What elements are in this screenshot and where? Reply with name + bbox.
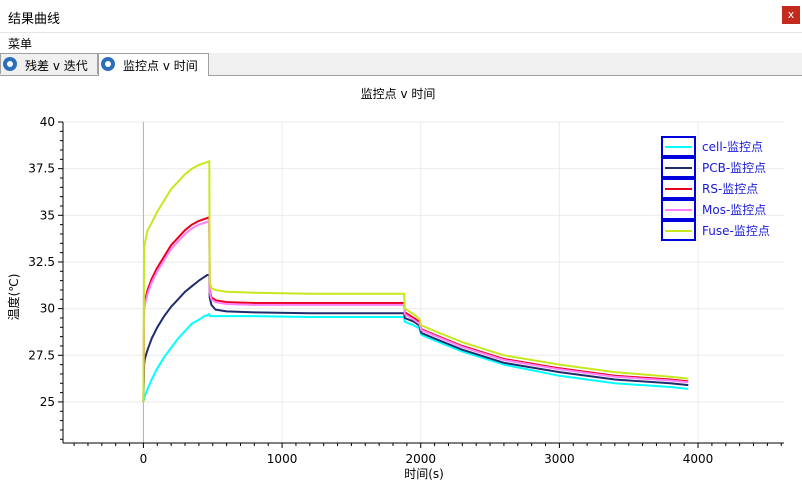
y-tick-label: 35 [40,208,55,222]
window-title: 结果曲线 [8,12,61,27]
x-tick-label: 2000 [405,452,436,466]
close-button[interactable]: x [782,6,800,24]
y-tick-label: 32.5 [28,255,55,269]
chart-title: 监控点 v 时间 [361,87,436,101]
legend-label: Mos-监控点 [702,203,766,217]
chart-area: 监控点 v 时间 0 1000 2000 3000 4000 25 27.5 30 32.5 35… [0,76,802,490]
y-tick-label: 40 [40,115,55,129]
y-tick-label: 37.5 [28,162,55,176]
line-chart: 监控点 v 时间 0 1000 2000 3000 4000 25 27.5 30 32.5 35… [6,87,784,481]
tab-monitor[interactable]: 监控点 v 时间 [98,53,209,76]
x-tick-label: 3000 [544,452,575,466]
y-tick-label: 25 [40,395,55,409]
series-line-3 [142,216,689,402]
legend-label: cell-监控点 [702,140,763,154]
tab-label: 监控点 v 时间 [123,59,198,73]
tab-residual[interactable]: 残差 v 迭代 [0,53,98,74]
menu-bar: 菜单 [0,33,802,53]
window-titlebar: 结果曲线 x [0,0,802,33]
series-group [142,160,689,403]
x-tick-label: 1000 [267,452,298,466]
window-edge [798,53,802,75]
y-tick-label: 30 [40,302,55,316]
legend-label: PCB-监控点 [702,161,766,175]
series-line-5 [142,160,689,402]
legend: cell-监控点 PCB-监控点 RS-监控点 Mos-监控点 Fuse-监控点 [661,136,770,241]
series-line-1 [142,313,689,403]
tab-label: 残差 v 迭代 [25,59,88,73]
x-tick-label: 4000 [683,452,714,466]
legend-label: Fuse-监控点 [702,224,770,238]
chart-icon [101,57,115,71]
chart-icon [3,57,17,71]
x-axis-label: 时间(s) [404,467,444,481]
y-axis-label: 温度(℃) [6,274,21,321]
tab-bar: 残差 v 迭代 监控点 v 时间 [0,53,802,76]
menu-item-main[interactable]: 菜单 [8,35,32,52]
legend-label: RS-监控点 [702,182,758,196]
y-tick-label: 27.5 [28,348,55,362]
x-tick-label: 0 [140,452,148,466]
